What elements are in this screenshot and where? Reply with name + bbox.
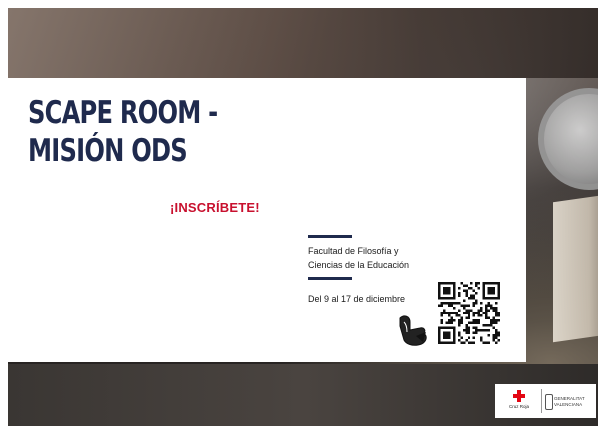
book-image (553, 193, 598, 343)
signup-call-to-action[interactable]: ¡INSCRÍBETE! (170, 200, 260, 215)
event-title-line-2: MISIÓN ODS (28, 133, 188, 169)
generalitat-label-line-2: VALENCIANA (554, 402, 583, 407)
red-cross-logo: Cruz Roja (501, 390, 537, 414)
event-title: SCAPE ROOM - MISIÓN ODS (28, 94, 231, 170)
divider-bottom (308, 277, 352, 280)
background-top-band (8, 8, 598, 78)
venue-line-1: Facultad de Filosofía y (308, 246, 399, 256)
qr-code[interactable] (438, 282, 500, 344)
red-cross-label: Cruz Roja (508, 404, 529, 409)
divider-top (308, 235, 352, 238)
info-card: SCAPE ROOM - MISIÓN ODS ¡INSCRÍBETE! Fac… (8, 78, 526, 362)
poster-page: SCAPE ROOM - MISIÓN ODS ¡INSCRÍBETE! Fac… (0, 0, 598, 426)
venue-text: Facultad de Filosofía y Ciencias de la E… (308, 244, 448, 272)
generalitat-emblem-icon (545, 394, 553, 410)
event-dates: Del 9 al 17 de diciembre (308, 294, 406, 304)
generalitat-label: GENERALITAT VALENCIANA (554, 396, 585, 408)
sponsor-logos: Cruz Roja GENERALITAT VALENCIANA (495, 384, 596, 418)
venue-line-2: Ciencias de la Educación (308, 260, 410, 270)
hand-pointer-icon (399, 315, 427, 346)
magnifying-glass-image (538, 88, 598, 190)
event-title-line-1: SCAPE ROOM - (28, 95, 218, 131)
red-cross-icon (513, 390, 525, 402)
logo-divider (541, 389, 542, 413)
generalitat-logo: GENERALITAT VALENCIANA (545, 390, 593, 414)
